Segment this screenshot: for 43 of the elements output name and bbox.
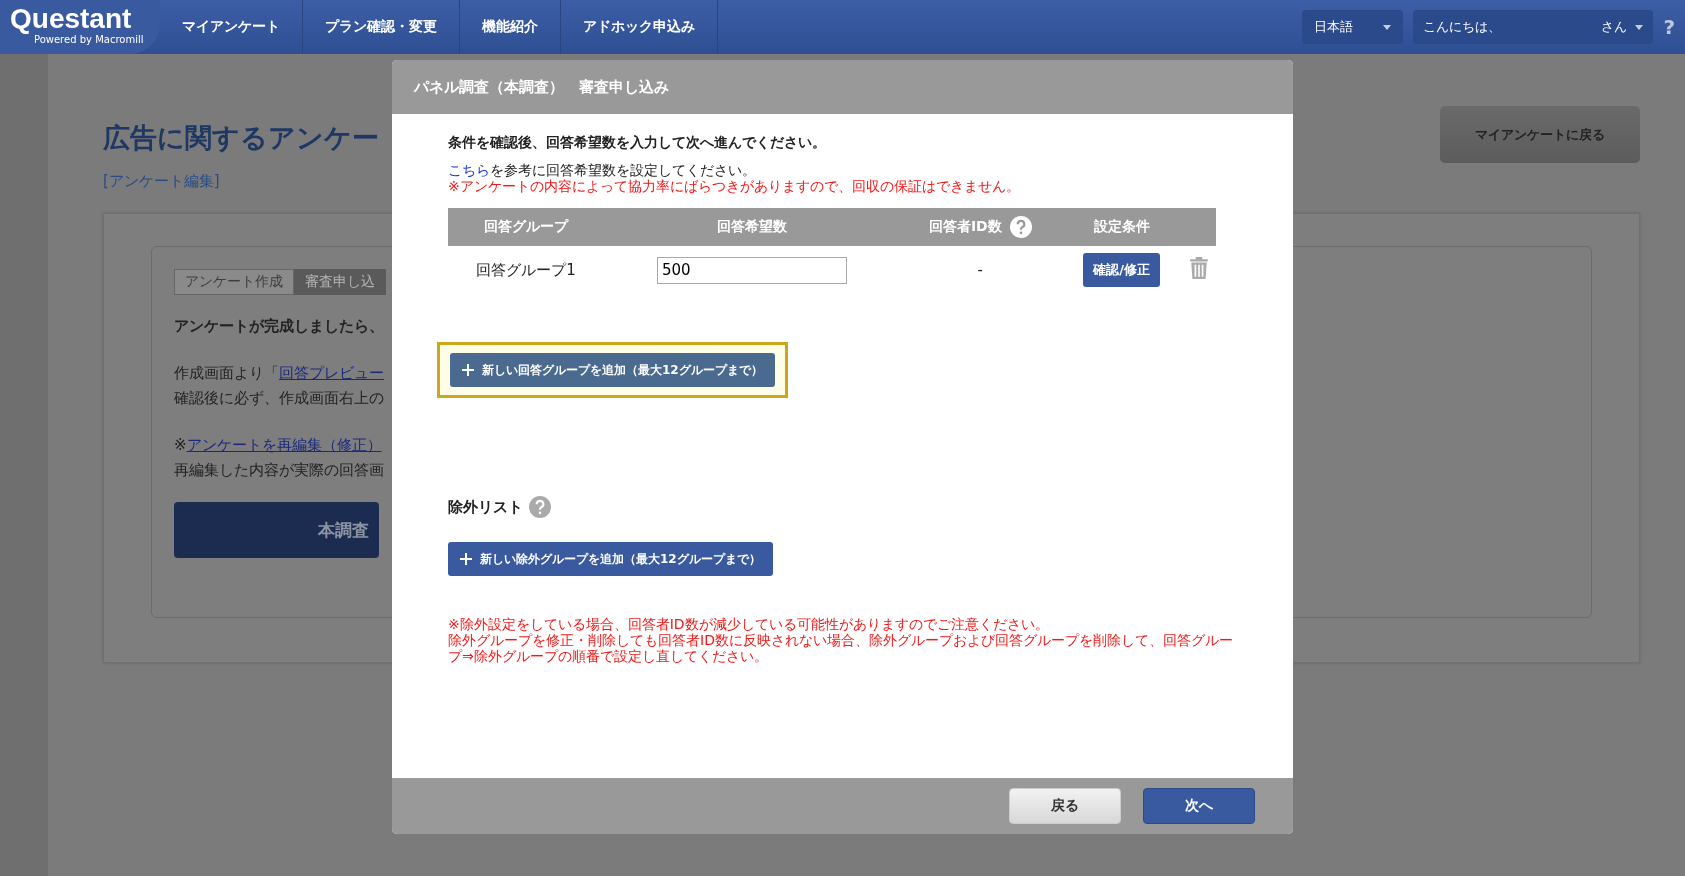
instruction-text: 確認後に必ず、作成画面右上の <box>174 389 385 408</box>
note-text: 除外グループを修正・削除しても回答者ID数に反映されない場合、除外グループおよび回答グループを削除して、回答グループ⇒除外グループの順番で設定し直してください。 <box>448 632 1234 664</box>
page-title: 広告に関するアンケー <box>103 121 380 155</box>
logo[interactable]: Questant <box>10 4 160 34</box>
instruction-text: 条件を確認後、回答希望数を入力して次へ進んでください。 <box>448 134 827 152</box>
help-link[interactable]: ? <box>1663 15 1685 39</box>
intro-text: アンケートが完成しましたら、 <box>174 317 385 336</box>
plus-icon <box>460 553 472 565</box>
next-button[interactable]: 次へ <box>1143 788 1255 824</box>
plus-icon <box>462 364 474 376</box>
column-header: 設定条件 <box>1093 218 1150 236</box>
logo-tagline: Powered by Macromill <box>34 34 145 45</box>
back-button[interactable]: 戻る <box>1009 788 1121 824</box>
step-label: 審査申し込 <box>294 269 386 295</box>
nav-link[interactable]: 機能紹介 <box>460 0 561 54</box>
nav-link[interactable]: マイアンケート <box>160 0 303 54</box>
column-header: 回答グループ <box>484 218 569 236</box>
warning-text: ※アンケートの内容によって協力率にばらつきがありますので、回収の保証はできません。 <box>448 178 1021 194</box>
quantity-input[interactable]: 500 <box>656 256 847 284</box>
nav-link[interactable]: アドホック申込み <box>561 0 718 54</box>
add-group-button[interactable]: 新しい回答グループを追加（最大12グループまで） <box>450 353 775 387</box>
section-title: 除外リスト <box>448 497 523 517</box>
hint-text: こちら を参考に回答希望数を設定してください。 <box>448 162 757 178</box>
note-text: 再編集した内容が実際の回答画 <box>174 461 385 480</box>
caret-icon <box>1635 24 1644 30</box>
note-text: ※除外設定をしている場合、回答者ID数が減少している可能性がありますのでご注意ください。 <box>448 616 1050 632</box>
table-cell: 回答グループ1 <box>476 260 576 279</box>
table-cell: - <box>977 261 983 279</box>
add-exclusion-button[interactable]: 新しい除外グループを追加（最大12グループまで） <box>448 542 773 576</box>
edit-button[interactable]: 確認/修正 <box>1083 253 1160 287</box>
column-header: 回答者ID数 <box>928 218 1002 236</box>
column-header: 回答希望数 <box>716 218 787 236</box>
nav-link[interactable]: プラン確認・変更 <box>303 0 460 54</box>
reference-link[interactable]: こちら <box>448 162 490 178</box>
dialog-title: パネル調査（本調査） 審査申し込み <box>392 60 1293 114</box>
help-icon[interactable] <box>529 496 551 518</box>
trash-icon[interactable] <box>1189 257 1210 279</box>
help-icon[interactable] <box>1009 216 1032 238</box>
language-select[interactable]: 日本語 <box>1302 10 1404 44</box>
caret-icon <box>1383 24 1392 30</box>
survey-button[interactable]: 本調査 <box>174 502 379 558</box>
step-label: アンケート作成 <box>174 269 294 295</box>
user-menu[interactable]: こんにちは、 さん <box>1413 10 1654 44</box>
